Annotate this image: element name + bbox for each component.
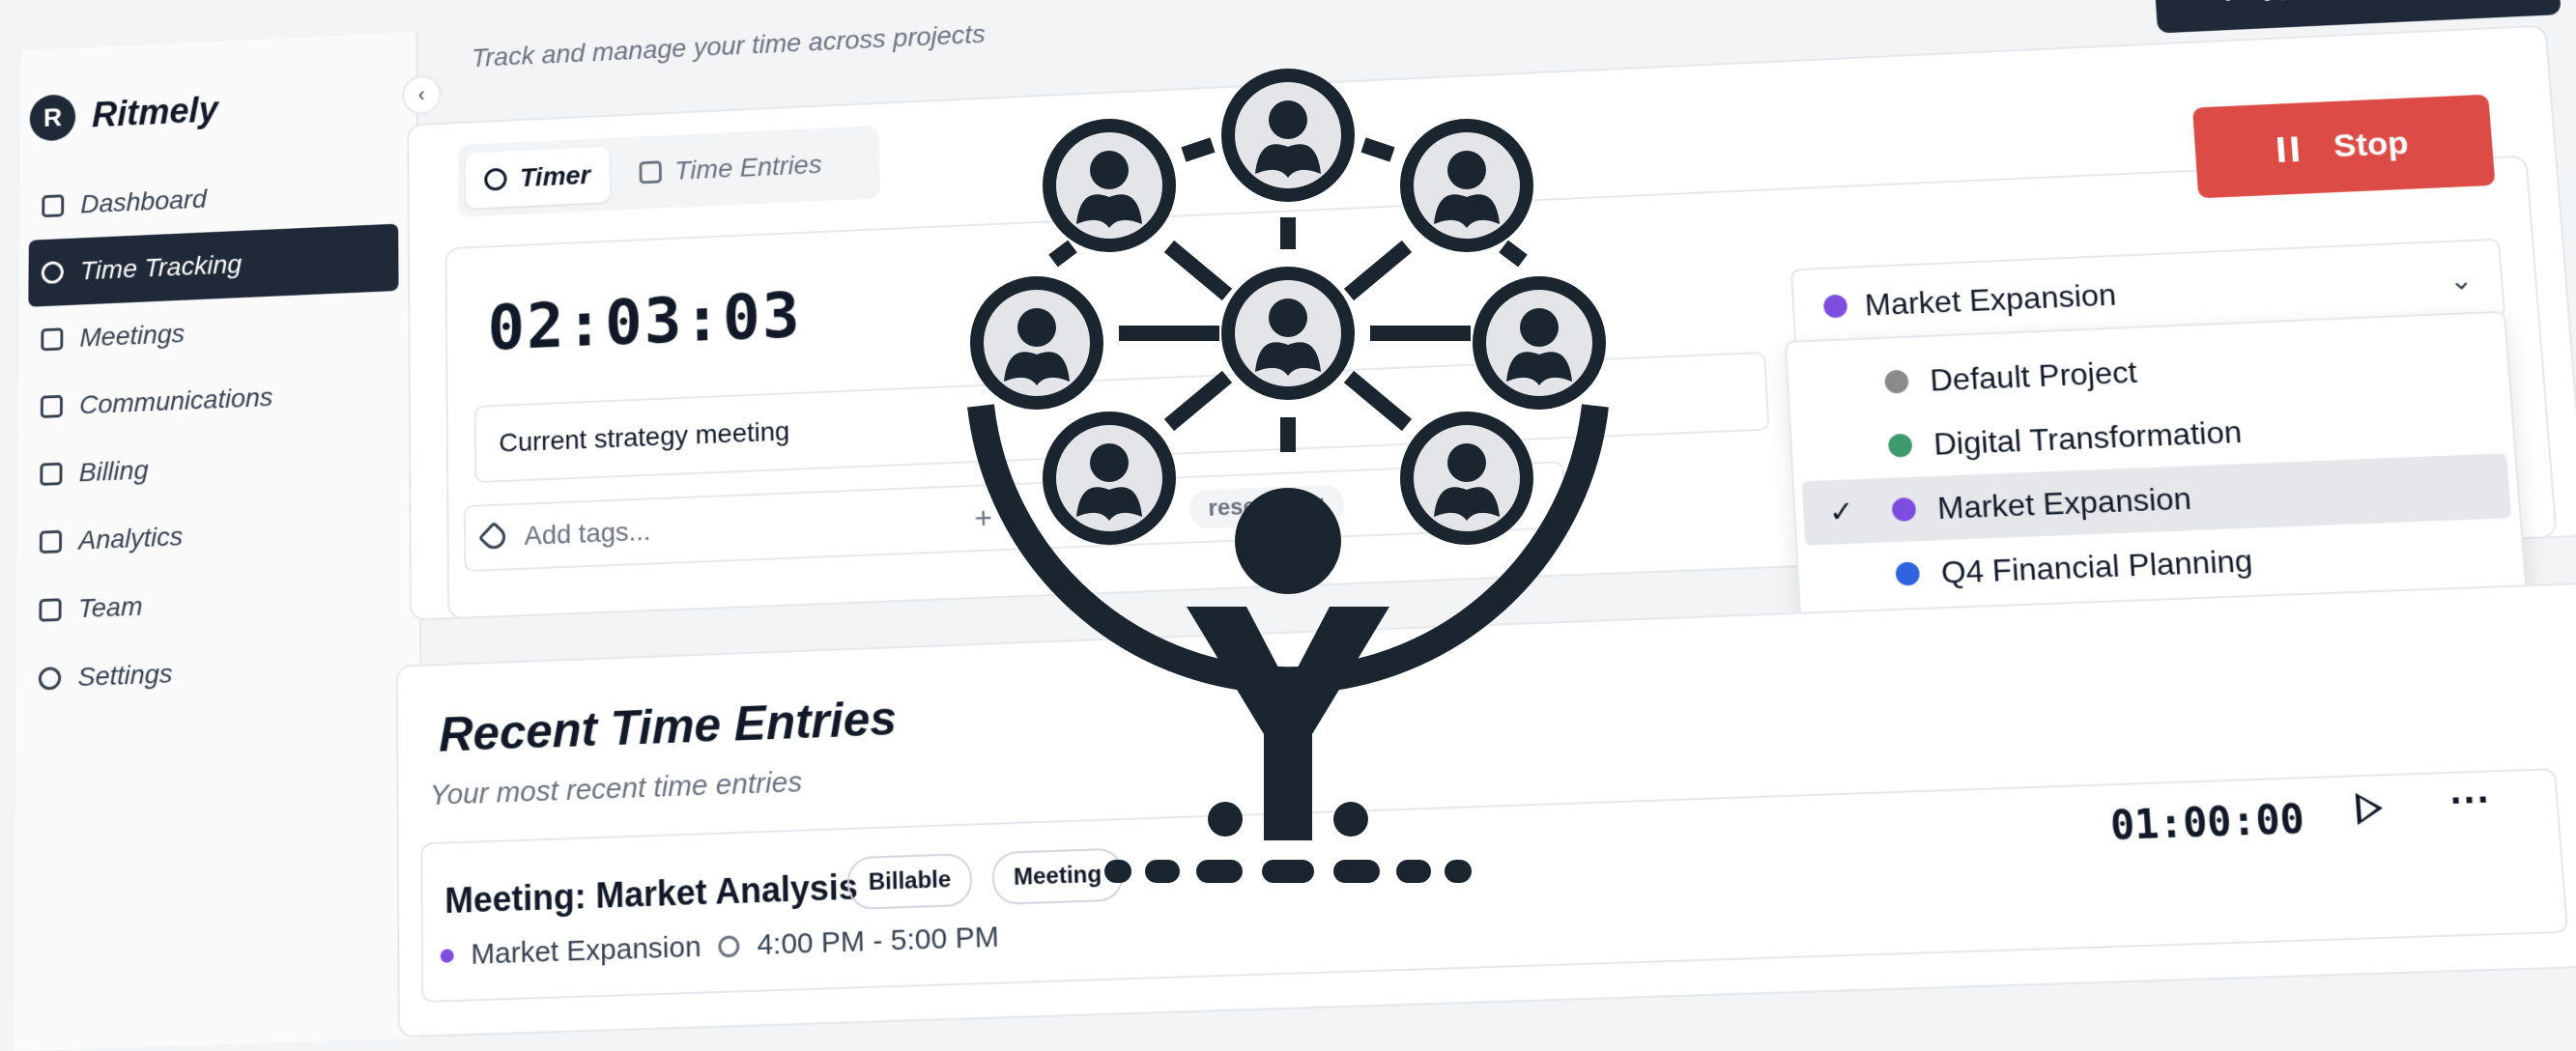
project-option-label: Market Expansion — [1936, 479, 2192, 526]
sidebar-item-label: Communications — [79, 382, 273, 420]
sidebar-nav: Dashboard Time Tracking Meetings Communi… — [25, 156, 401, 713]
project-color-dot — [1887, 433, 1913, 458]
stop-label: Stop — [2332, 125, 2410, 165]
project-color-dot — [1891, 497, 1917, 522]
grid-icon — [42, 194, 65, 218]
sidebar-item-label: Meetings — [79, 318, 186, 353]
sidebar-item-label: Billing — [78, 455, 149, 488]
sidebar-item-label: Team — [77, 591, 143, 624]
project-option-label: Default Project — [1929, 354, 2138, 398]
time-tracking-screen: R Ritmely ‹ Dashboard Time Tracking Meet… — [13, 0, 2576, 1051]
calendar-icon — [41, 327, 64, 352]
entry-duration: 01:00:00 — [2108, 796, 2306, 850]
sidebar-item-label: Time Tracking — [79, 249, 243, 286]
project-color-dot — [1822, 294, 1848, 319]
tab-label: Time Entries — [673, 149, 822, 185]
play-icon[interactable] — [2355, 791, 2385, 826]
calendar-icon — [639, 160, 662, 185]
sidebar-item-label: Dashboard — [80, 184, 207, 219]
app-logo[interactable]: R Ritmely — [29, 87, 218, 142]
project-color-dot — [1895, 561, 1921, 586]
logo-mark: R — [29, 94, 76, 142]
chart-icon — [39, 529, 63, 554]
message-icon — [40, 394, 63, 418]
elapsed-timer: 02:03:03 — [487, 278, 803, 365]
more-options-icon[interactable]: ··· — [2448, 779, 2492, 825]
tab-time-entries[interactable]: Time Entries — [620, 135, 842, 201]
tab-timer[interactable]: Timer — [465, 146, 610, 209]
card-icon — [40, 462, 63, 486]
billable-badge: Billable — [846, 852, 973, 911]
tag-chip-label: research — [1208, 491, 1305, 522]
add-time-entry-label: Add Time Entry — [2262, 0, 2497, 8]
remove-tag-icon[interactable]: × — [1311, 491, 1326, 517]
meeting-badge: Meeting — [991, 847, 1125, 906]
project-color-dot — [1884, 369, 1909, 394]
check-icon: ✓ — [1828, 495, 1855, 529]
project-option-label: Digital Transformation — [1932, 413, 2244, 462]
tag-chip[interactable]: research × — [1188, 484, 1345, 529]
tab-label: Timer — [519, 159, 591, 192]
app-name: Ritmely — [92, 90, 218, 135]
pause-icon — [2277, 135, 2300, 162]
sidebar-item-label: Analytics — [78, 521, 184, 555]
project-color-dot — [440, 949, 454, 963]
tag-icon — [477, 521, 510, 554]
project-option-label: Q4 Financial Planning — [1939, 542, 2254, 590]
chevron-down-icon: ⌄ — [2447, 264, 2475, 296]
gear-icon — [38, 667, 62, 691]
plus-icon: + — [2216, 0, 2239, 13]
clock-icon — [484, 167, 507, 191]
clock-icon — [41, 261, 64, 285]
clock-icon — [718, 935, 740, 958]
sidebar-collapse-button[interactable]: ‹ — [402, 74, 442, 116]
add-tag-icon[interactable]: + — [974, 499, 992, 535]
page-subtitle: Track and manage your time across projec… — [471, 18, 986, 72]
sidebar-item-label: Settings — [77, 658, 173, 693]
tags-placeholder: Add tags... — [524, 516, 651, 551]
sidebar-item-settings[interactable]: Settings — [25, 631, 401, 714]
users-icon — [39, 598, 62, 622]
project-select-value: Market Expansion — [1863, 276, 2118, 323]
stop-button[interactable]: Stop — [2191, 94, 2496, 199]
